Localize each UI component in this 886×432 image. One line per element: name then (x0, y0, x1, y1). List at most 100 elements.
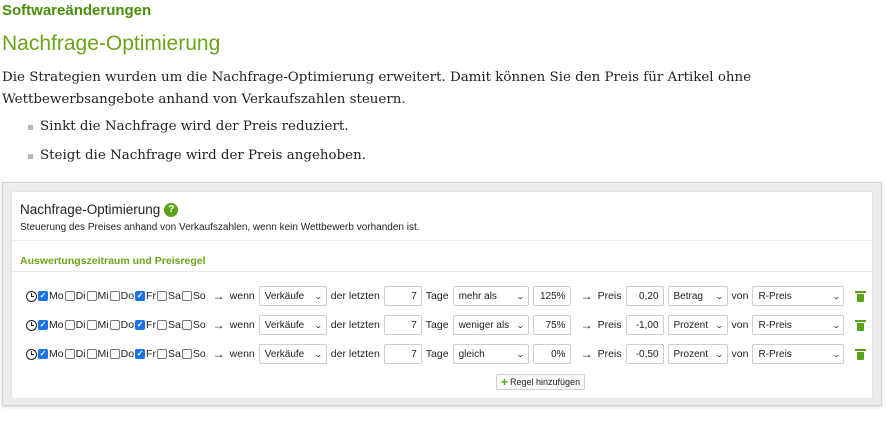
trash-icon[interactable] (855, 348, 867, 360)
price-value-input[interactable]: -1,00 (625, 315, 664, 335)
chevron-down-icon: ⌄ (714, 320, 724, 330)
weekday-checkbox[interactable] (38, 349, 48, 359)
days-input[interactable]: 7 (383, 344, 422, 364)
weekday-sa[interactable]: Sa (156, 348, 181, 360)
weekday-mi[interactable]: Mi (86, 290, 109, 302)
price-type-select[interactable]: Prozent ⌄ (667, 344, 728, 364)
chevron-down-icon: ⌄ (515, 349, 525, 359)
weekday-checkbox[interactable] (109, 349, 120, 359)
weekday-checkbox[interactable] (64, 349, 75, 359)
weekday-label: Mi (97, 290, 109, 302)
weekday-checkbox[interactable] (109, 291, 120, 301)
panel-subtitle: Steuerung des Preises anhand von Verkauf… (20, 222, 420, 233)
price-type-value: Prozent (673, 319, 708, 331)
weekday-so[interactable]: So (181, 290, 206, 302)
add-rule-button[interactable]: + Regel hinzufügen (496, 374, 586, 390)
rule-row: MoDiMiDoFrSaSo→wennVerkäufe⌄der letzten7… (26, 286, 867, 306)
weekday-checkbox[interactable] (64, 320, 75, 330)
weekday-checkbox[interactable] (135, 349, 146, 359)
weekday-checkbox[interactable] (181, 320, 192, 330)
weekday-so[interactable]: So (181, 319, 206, 331)
weekday-fr[interactable]: Fr (135, 348, 156, 360)
trash-icon[interactable] (855, 290, 867, 302)
metric-select[interactable]: Verkäufe ⌄ (258, 344, 327, 364)
weekday-checkbox[interactable] (156, 349, 167, 359)
arrow-right-icon: → (580, 347, 593, 361)
clock-icon (26, 319, 37, 331)
chevron-down-icon: ⌄ (314, 320, 323, 330)
weekday-do[interactable]: Do (109, 319, 134, 331)
add-rule-label: Regel hinzufügen (510, 377, 581, 387)
weekday-checkbox[interactable] (135, 291, 146, 301)
chevron-down-icon: ⌄ (831, 320, 841, 330)
weekday-checkbox[interactable] (86, 291, 97, 301)
weekday-label: So (192, 348, 206, 360)
rule-row: MoDiMiDoFrSaSo→wennVerkäufe⌄der letzten7… (26, 315, 867, 335)
weekday-di[interactable]: Di (64, 319, 86, 331)
comparison-select[interactable]: mehr als ⌄ (452, 286, 529, 306)
comparison-value: mehr als (458, 290, 497, 302)
weekday-checkbox[interactable] (38, 320, 48, 330)
weekday-sa[interactable]: Sa (156, 290, 181, 302)
weekday-checkbox[interactable] (86, 349, 97, 359)
weekday-label: Mo (49, 319, 64, 331)
weekday-mo[interactable]: Mo (38, 319, 64, 331)
price-type-select[interactable]: Prozent ⌄ (667, 315, 728, 335)
panel-title: Nachfrage-Optimierung ? (20, 202, 179, 217)
percent-input[interactable]: 125% (532, 286, 571, 306)
weekday-checkbox[interactable] (38, 291, 48, 301)
price-value-input[interactable]: 0,20 (625, 286, 664, 306)
label-tage: Tage (425, 290, 449, 302)
weekday-mi[interactable]: Mi (86, 319, 109, 331)
percent-input[interactable]: 75% (532, 315, 571, 335)
weekday-checkbox[interactable] (109, 320, 120, 330)
question-circle-icon[interactable]: ? (164, 202, 179, 217)
metric-select[interactable]: Verkäufe ⌄ (258, 315, 327, 335)
price-value-input[interactable]: -0,50 (625, 344, 664, 364)
price-type-select[interactable]: Betrag ⌄ (667, 286, 728, 306)
comparison-select[interactable]: gleich ⌄ (452, 344, 529, 364)
price-base-select[interactable]: R-Preis ⌄ (752, 344, 845, 364)
comparison-select[interactable]: weniger als ⌄ (452, 315, 529, 335)
weekday-do[interactable]: Do (109, 348, 135, 360)
metric-value: Verkäufe (264, 319, 305, 331)
weekday-fr[interactable]: Fr (135, 319, 156, 331)
weekday-checkbox[interactable] (135, 320, 146, 330)
weekday-sa[interactable]: Sa (156, 319, 181, 331)
metric-select[interactable]: Verkäufe ⌄ (258, 286, 327, 306)
weekday-mo[interactable]: Mo (38, 290, 64, 302)
label-der-letzten: der letzten (330, 319, 380, 331)
weekday-do[interactable]: Do (109, 290, 134, 302)
days-input[interactable]: 7 (383, 315, 422, 335)
panel-title-text: Nachfrage-Optimierung (20, 202, 161, 217)
price-base-value: R-Preis (758, 319, 792, 331)
strategy-panel: Nachfrage-Optimierung ? Steuerung des Pr… (11, 191, 873, 399)
weekday-mi[interactable]: Mi (86, 348, 109, 360)
weekday-checkbox[interactable] (64, 291, 75, 301)
weekday-di[interactable]: Di (64, 348, 86, 360)
label-wenn: wenn (229, 348, 255, 360)
rule-row: MoDiMiDoFrSaSo→wennVerkäufe⌄der letzten7… (26, 344, 867, 364)
weekday-di[interactable]: Di (64, 290, 86, 302)
weekday-checkbox[interactable] (156, 291, 167, 301)
weekday-label: So (192, 290, 206, 302)
weekday-checkbox[interactable] (86, 320, 97, 330)
label-tage: Tage (425, 348, 449, 360)
weekday-label: Sa (167, 290, 181, 302)
arrow-right-icon: → (212, 347, 225, 361)
days-input[interactable]: 7 (383, 286, 422, 306)
weekday-mo[interactable]: Mo (38, 348, 64, 360)
weekday-fr[interactable]: Fr (135, 290, 156, 302)
weekday-checkbox[interactable] (181, 349, 192, 359)
percent-input[interactable]: 0% (532, 344, 571, 364)
clock-icon (26, 290, 37, 302)
trash-icon[interactable] (855, 319, 867, 331)
chevron-down-icon: ⌄ (831, 349, 841, 359)
price-base-select[interactable]: R-Preis ⌄ (752, 315, 845, 335)
weekday-checkbox[interactable] (181, 291, 192, 301)
weekday-checkbox[interactable] (156, 320, 167, 330)
screenshot-frame: Nachfrage-Optimierung ? Steuerung des Pr… (2, 182, 882, 406)
weekday-label: Do (120, 348, 135, 360)
price-base-select[interactable]: R-Preis ⌄ (752, 286, 845, 306)
weekday-so[interactable]: So (181, 348, 206, 360)
